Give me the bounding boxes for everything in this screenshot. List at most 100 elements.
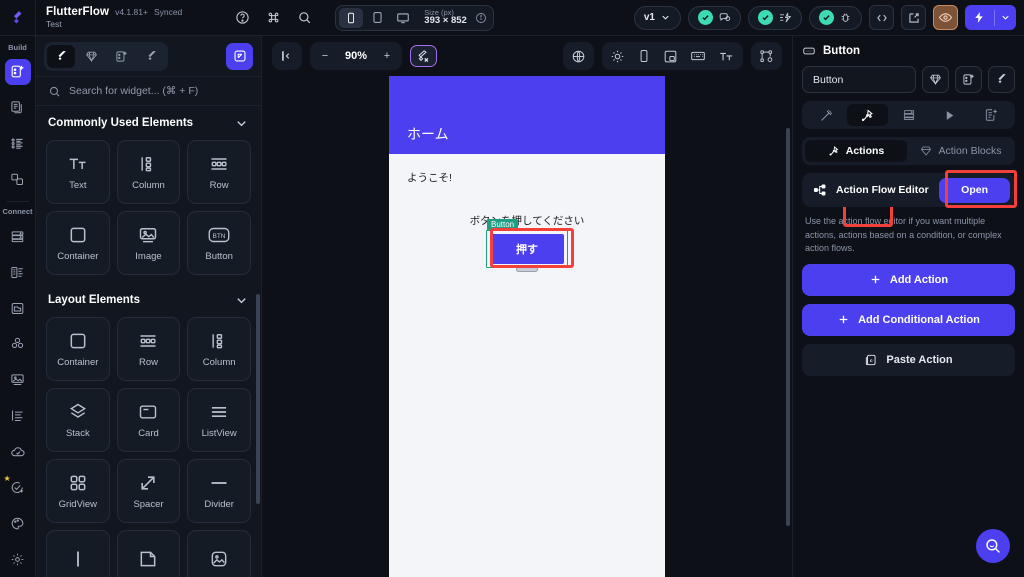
- rail-media[interactable]: [5, 367, 31, 393]
- debug-status-pill[interactable]: [809, 5, 862, 30]
- rail-pages[interactable]: [5, 95, 31, 121]
- widget-cell-container[interactable]: Container: [46, 317, 110, 381]
- chevron-down-icon[interactable]: [234, 293, 249, 308]
- run-app-button[interactable]: [965, 5, 1016, 30]
- widget-cell-page[interactable]: [116, 530, 181, 577]
- section-header-commonly-used[interactable]: Commonly Used Elements: [36, 106, 261, 140]
- rail-widget-tree[interactable]: [4, 59, 31, 85]
- phone-preview[interactable]: ホーム ようこそ! ボタンを押してください Button 押す: [389, 76, 665, 577]
- segment-backend-query[interactable]: [888, 104, 929, 126]
- segment-actions[interactable]: [847, 104, 888, 126]
- rail-design[interactable]: [5, 510, 31, 536]
- node-settings-icon[interactable]: [754, 45, 779, 67]
- widget-cell-row[interactable]: Row: [187, 140, 251, 204]
- convert-to-component-button[interactable]: [922, 66, 949, 93]
- sun-icon[interactable]: [605, 45, 630, 67]
- widget-cell-spacer[interactable]: Spacer: [116, 459, 181, 523]
- add-conditional-action-button[interactable]: Add Conditional Action: [802, 303, 1015, 336]
- widget-tab-group: [44, 41, 168, 71]
- widget-cell-gridview[interactable]: GridView: [46, 459, 110, 523]
- selection-outline: Button 押す: [486, 219, 568, 272]
- canvas-stage[interactable]: ホーム ようこそ! ボタンを押してください Button 押す: [262, 76, 792, 577]
- device-tablet-button[interactable]: [365, 8, 389, 28]
- rail-database[interactable]: [5, 223, 31, 249]
- help-circle-icon[interactable]: [234, 9, 251, 26]
- app-bar[interactable]: ホーム: [389, 76, 665, 154]
- rail-theme[interactable]: [5, 167, 31, 193]
- widget-cell-column[interactable]: Column: [187, 317, 251, 381]
- widget-cell-column[interactable]: Column: [116, 140, 181, 204]
- comments-status-pill[interactable]: [688, 5, 741, 30]
- tab-action-blocks[interactable]: Action Blocks: [910, 140, 1012, 162]
- open-flow-button[interactable]: [988, 66, 1015, 93]
- widget-cell-row[interactable]: Row: [116, 317, 181, 381]
- resize-handle[interactable]: [516, 267, 538, 272]
- widget-cell-image-rounded[interactable]: [187, 530, 251, 577]
- paste-action-button[interactable]: c Paste Action: [802, 343, 1015, 376]
- add-action-button[interactable]: Add Action: [802, 263, 1015, 296]
- widget-name-field[interactable]: Button: [802, 66, 916, 93]
- section-header-layout[interactable]: Layout Elements: [36, 283, 261, 317]
- rail-app-state[interactable]: [5, 259, 31, 285]
- globe-icon[interactable]: [566, 45, 591, 67]
- tab-components[interactable]: [77, 45, 105, 68]
- run-options-chevron-down-icon[interactable]: [995, 12, 1016, 23]
- rail-localization[interactable]: [5, 403, 31, 429]
- segment-properties[interactable]: [806, 104, 847, 126]
- branch-selector[interactable]: v1: [633, 5, 681, 30]
- eye-icon[interactable]: [933, 5, 958, 30]
- widget-cell-vertical-divider[interactable]: [46, 530, 110, 577]
- auto-layout-icon[interactable]: [410, 45, 437, 67]
- widget-cell-text[interactable]: Text: [46, 140, 110, 204]
- rail-settings[interactable]: [5, 546, 31, 572]
- open-action-flow-editor-button[interactable]: Open: [939, 177, 1010, 203]
- phone-icon[interactable]: [632, 45, 656, 67]
- command-key-icon[interactable]: [265, 9, 282, 26]
- text-size-icon[interactable]: [713, 45, 740, 67]
- deploy-status-pill[interactable]: [748, 5, 802, 30]
- widget-panel-tabs: [36, 36, 261, 76]
- tab-flow[interactable]: [137, 45, 165, 68]
- external-link-icon[interactable]: [901, 5, 926, 30]
- zoom-out-button[interactable]: −: [313, 45, 337, 67]
- widget-list-scroll[interactable]: Commonly Used Elements Text Column Row C…: [36, 106, 261, 577]
- search-icon[interactable]: [296, 9, 313, 26]
- device-desktop-button[interactable]: [391, 8, 415, 28]
- search-zoom-icon[interactable]: [976, 529, 1010, 563]
- tab-flutter-widgets[interactable]: [47, 44, 75, 68]
- layout-panel-icon[interactable]: [658, 45, 683, 67]
- preview-button[interactable]: 押す: [490, 234, 564, 264]
- keyboard-icon[interactable]: [685, 45, 711, 67]
- widget-label: Divider: [204, 498, 234, 510]
- canvas-scrollbar[interactable]: [786, 128, 790, 526]
- search-input[interactable]: Search for widget... (⌘ + F): [36, 76, 261, 106]
- info-icon[interactable]: [475, 12, 487, 24]
- rail-integrations[interactable]: [5, 331, 31, 357]
- widget-panel-scrollbar[interactable]: [256, 294, 260, 504]
- segment-animations[interactable]: [929, 104, 970, 126]
- widget-cell-container[interactable]: Container: [46, 211, 110, 275]
- add-child-widget-button[interactable]: [955, 66, 982, 93]
- rail-tests[interactable]: ★: [4, 474, 31, 500]
- rail-deploy[interactable]: [5, 439, 31, 465]
- rail-storage[interactable]: [5, 295, 31, 321]
- chevron-down-icon[interactable]: [234, 116, 249, 131]
- widget-cell-button[interactable]: BTN Button: [187, 211, 251, 275]
- widget-cell-divider[interactable]: Divider: [187, 459, 251, 523]
- flutterflow-logo-icon[interactable]: [0, 0, 36, 36]
- widget-cell-listview[interactable]: ListView: [187, 388, 251, 452]
- tab-add-widget[interactable]: [107, 45, 135, 68]
- widget-label: Container: [57, 250, 99, 262]
- expand-add-icon[interactable]: [226, 42, 253, 70]
- collapse-panel-icon[interactable]: [275, 45, 299, 67]
- segment-generate[interactable]: [970, 104, 1011, 126]
- tab-actions[interactable]: Actions: [805, 140, 907, 162]
- zoom-in-button[interactable]: +: [375, 45, 399, 67]
- device-phone-button[interactable]: [339, 7, 364, 28]
- welcome-text: ようこそ!: [407, 172, 452, 184]
- code-brackets-icon[interactable]: [869, 5, 894, 30]
- widget-cell-card[interactable]: Card: [116, 388, 181, 452]
- widget-cell-stack[interactable]: Stack: [46, 388, 110, 452]
- rail-components[interactable]: [5, 131, 31, 157]
- widget-cell-image[interactable]: Image: [116, 211, 181, 275]
